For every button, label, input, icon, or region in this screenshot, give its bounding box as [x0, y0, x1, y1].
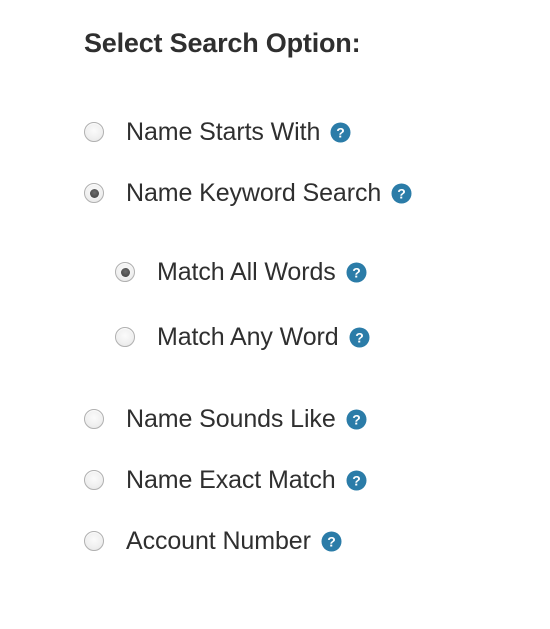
radio-option-name-sounds-like[interactable]: Name Sounds Like? [84, 404, 367, 434]
help-question-icon[interactable]: ? [346, 409, 367, 430]
radio-label-name-keyword-search[interactable]: Name Keyword Search [126, 178, 381, 208]
svg-text:?: ? [355, 329, 364, 345]
radio-option-name-starts-with[interactable]: Name Starts With? [84, 117, 351, 147]
help-question-icon[interactable]: ? [349, 327, 370, 348]
help-question-icon[interactable]: ? [321, 531, 342, 552]
radio-option-match-all-words[interactable]: Match All Words? [115, 257, 367, 287]
radio-button-match-any-word[interactable] [115, 327, 135, 347]
radio-option-account-number[interactable]: Account Number? [84, 526, 342, 556]
help-question-icon[interactable]: ? [391, 183, 412, 204]
radio-button-name-exact-match[interactable] [84, 470, 104, 490]
svg-text:?: ? [352, 472, 361, 488]
radio-option-match-any-word[interactable]: Match Any Word? [115, 322, 370, 352]
svg-text:?: ? [352, 411, 361, 427]
page-title: Select Search Option: [84, 28, 361, 58]
svg-text:?: ? [352, 264, 361, 280]
radio-label-name-sounds-like[interactable]: Name Sounds Like [126, 404, 336, 434]
radio-label-account-number[interactable]: Account Number [126, 526, 311, 556]
radio-label-name-starts-with[interactable]: Name Starts With [126, 117, 320, 147]
radio-button-name-sounds-like[interactable] [84, 409, 104, 429]
radio-label-name-exact-match[interactable]: Name Exact Match [126, 465, 336, 495]
svg-text:?: ? [397, 185, 406, 201]
help-question-icon[interactable]: ? [346, 262, 367, 283]
svg-text:?: ? [337, 124, 346, 140]
radio-button-account-number[interactable] [84, 531, 104, 551]
help-question-icon[interactable]: ? [330, 122, 351, 143]
radio-button-name-keyword-search[interactable] [84, 183, 104, 203]
svg-text:?: ? [327, 533, 336, 549]
search-option-panel: Select Search Option: Name Starts With? N… [0, 0, 550, 629]
radio-label-match-all-words[interactable]: Match All Words [157, 257, 336, 287]
radio-button-name-starts-with[interactable] [84, 122, 104, 142]
radio-option-name-exact-match[interactable]: Name Exact Match? [84, 465, 367, 495]
radio-button-match-all-words[interactable] [115, 262, 135, 282]
help-question-icon[interactable]: ? [346, 470, 367, 491]
radio-option-name-keyword-search[interactable]: Name Keyword Search? [84, 178, 412, 208]
radio-label-match-any-word[interactable]: Match Any Word [157, 322, 339, 352]
